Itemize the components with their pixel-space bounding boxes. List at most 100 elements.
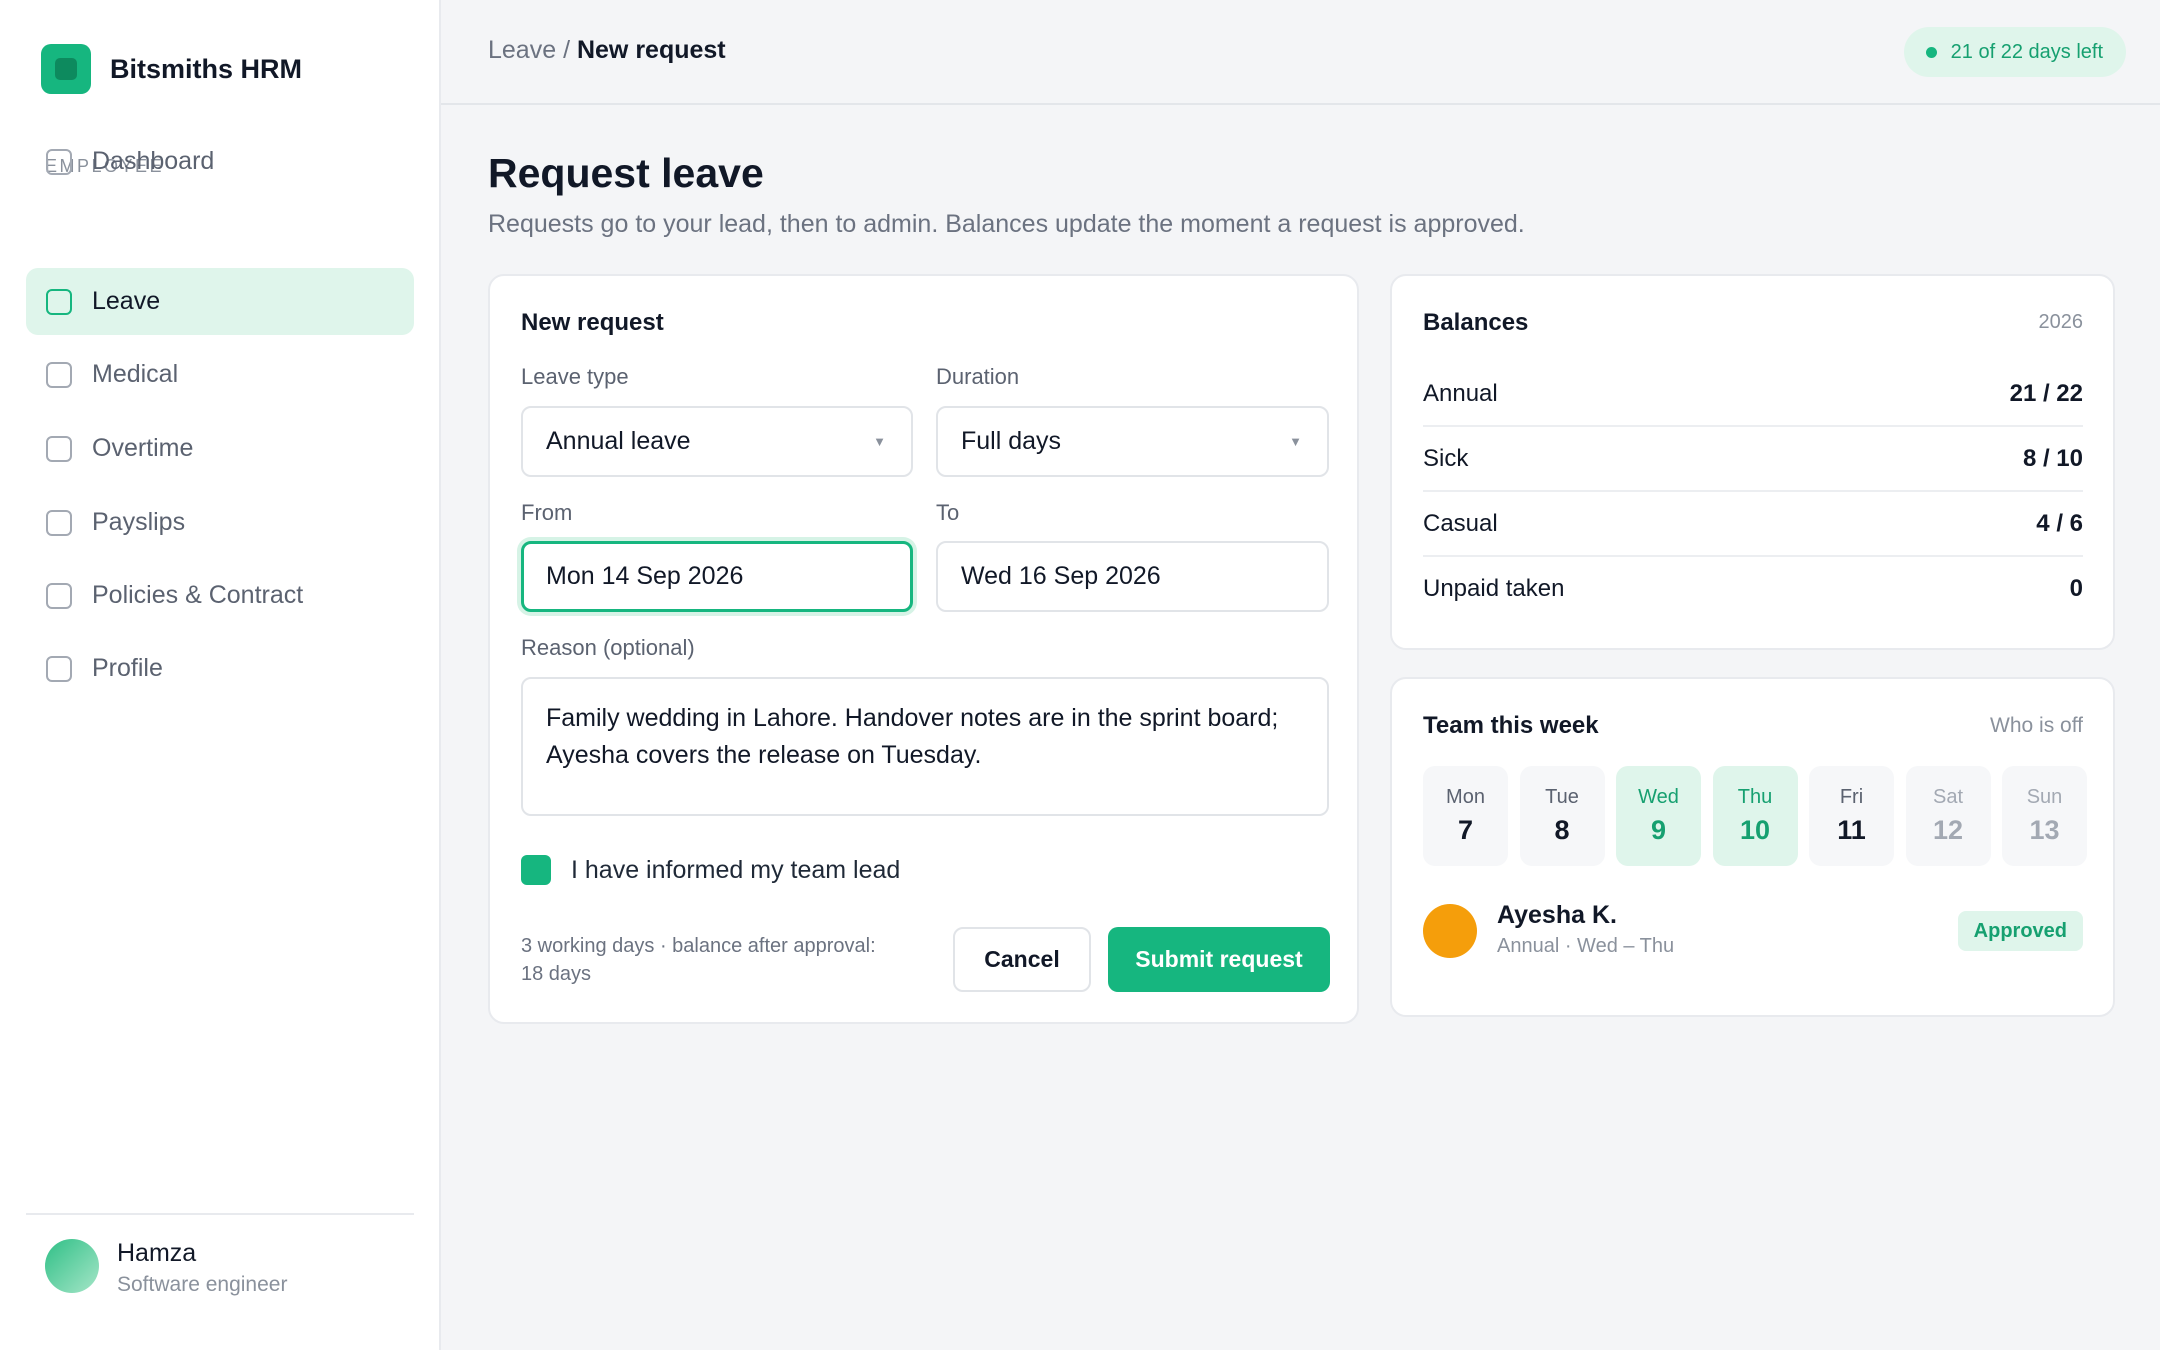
balance-label: Unpaid taken [1423, 574, 1565, 602]
sidebar-item-leave[interactable]: Leave [26, 268, 414, 335]
page-subtitle: Requests go to your lead, then to admin.… [488, 210, 1525, 238]
chevron-down-icon: ▼ [873, 434, 886, 449]
status-dot-icon [1925, 46, 1937, 58]
checkbox-icon [46, 582, 72, 609]
checkbox-icon [46, 361, 72, 388]
sidebar-item-dashboard[interactable]: Dashboard [26, 128, 414, 195]
sidebar-item-payslips[interactable]: Payslips [26, 489, 414, 556]
balances-card: Balances 2026 Annual 21 / 22 Sick 8 / 10… [1390, 274, 2115, 650]
day-date: 12 [1932, 815, 1964, 845]
leave-type-value: Annual leave [546, 427, 691, 455]
from-label: From [521, 500, 573, 525]
day-date: 8 [1554, 815, 1570, 845]
to-date-field[interactable]: Wed 16 Sep 2026 [936, 541, 1329, 612]
breadcrumb: Leave / New request [488, 36, 726, 65]
user-profile[interactable]: Hamza Software engineer [26, 1213, 414, 1350]
informed-lead-label: I have informed my team lead [571, 855, 901, 884]
informed-lead-checkbox-row[interactable]: I have informed my team lead [521, 855, 900, 885]
balance-row-unpaid: Unpaid taken 0 [1423, 556, 2083, 621]
balance-value: 0 [2069, 574, 2083, 602]
breadcrumb-parent[interactable]: Leave [488, 36, 556, 64]
team-title: Team this week [1423, 712, 1599, 739]
to-label: To [936, 500, 960, 525]
balance-label: Sick [1423, 444, 1469, 472]
balance-value: 21 / 22 [2009, 379, 2083, 407]
day-name: Sun [2026, 786, 2063, 808]
duration-value: Full days [961, 427, 1062, 455]
user-role: Software engineer [117, 1273, 288, 1296]
cancel-button[interactable]: Cancel [953, 927, 1091, 992]
topbar: Leave / New request 21 of 22 days left [441, 0, 2160, 105]
duration-select[interactable]: Full days ▼ [936, 406, 1329, 477]
sidebar-item-profile[interactable]: Profile [26, 635, 414, 702]
balance-value: 4 / 6 [2036, 509, 2083, 537]
sidebar-item-label: Policies & Contract [92, 581, 304, 609]
avatar [45, 1239, 99, 1293]
sidebar-item-label: Payslips [92, 508, 186, 536]
balances-year: 2026 [2038, 311, 2084, 333]
day-date: 13 [2029, 815, 2060, 845]
checkbox-icon [46, 288, 72, 315]
day-sat[interactable]: Sat 12 [1905, 766, 1991, 866]
team-week-card: Team this week Who is off Mon 7 Tue 8 We… [1390, 677, 2115, 1017]
team-member-name: Ayesha K. [1497, 901, 1617, 929]
team-member-detail: Annual · Wed – Thu [1497, 935, 1675, 957]
day-name: Thu [1737, 786, 1773, 808]
avatar [1423, 904, 1477, 958]
day-date: 7 [1457, 815, 1474, 845]
brand-logo-icon [41, 44, 91, 94]
day-name: Wed [1638, 786, 1679, 808]
day-fri[interactable]: Fri 11 [1809, 766, 1894, 866]
reason-label: Reason (optional) [521, 635, 695, 660]
from-date-field[interactable]: Mon 14 Sep 2026 [521, 541, 913, 612]
balances-title: Balances [1423, 309, 1529, 336]
day-name: Tue [1545, 786, 1579, 808]
sidebar-item-medical[interactable]: Medical [26, 341, 414, 408]
balance-label: Annual [1423, 379, 1498, 407]
day-date: 10 [1739, 815, 1771, 845]
breadcrumb-current: New request [576, 36, 726, 64]
sidebar-item-label: Dashboard [92, 147, 215, 175]
days-left-badge: 21 of 22 days left [1903, 27, 2126, 77]
balance-row-casual: Casual 4 / 6 [1423, 492, 2083, 557]
day-mon[interactable]: Mon 7 [1423, 766, 1508, 866]
new-request-card: New request Leave type Annual leave ▼ Du… [488, 274, 1359, 1024]
brand[interactable]: Bitsmiths HRM [41, 44, 302, 94]
to-date-value: Wed 16 Sep 2026 [961, 562, 1161, 590]
summary-line-2: 18 days [521, 963, 592, 985]
submit-request-button[interactable]: Submit request [1108, 927, 1330, 992]
day-wed[interactable]: Wed 9 [1616, 766, 1701, 866]
request-summary: 3 working days · balance after approval:… [521, 932, 876, 988]
checkbox-checked-icon[interactable] [521, 855, 551, 885]
sidebar-item-label: Medical [92, 360, 179, 388]
from-date-value: Mon 14 Sep 2026 [546, 562, 744, 590]
breadcrumb-separator: / [556, 36, 577, 64]
chevron-down-icon: ▼ [1289, 434, 1302, 449]
leave-type-label: Leave type [521, 364, 629, 389]
day-name: Fri [1839, 786, 1864, 808]
user-name: Hamza [117, 1239, 197, 1267]
checkbox-icon [46, 148, 72, 175]
page-title: Request leave [488, 150, 764, 196]
balance-row-sick: Sick 8 / 10 [1423, 427, 2083, 492]
checkbox-icon [46, 435, 72, 462]
sidebar-item-policies-contract[interactable]: Policies & Contract [26, 562, 414, 629]
brand-name: Bitsmiths HRM [110, 53, 303, 84]
day-thu[interactable]: Thu 10 [1712, 766, 1798, 866]
day-tue[interactable]: Tue 8 [1519, 766, 1605, 866]
card-title: New request [521, 309, 664, 336]
days-left-text: 21 of 22 days left [1950, 40, 2103, 63]
day-date: 9 [1650, 815, 1667, 845]
sidebar-item-label: Overtime [92, 434, 194, 462]
day-name: Mon [1446, 786, 1485, 808]
balance-row-annual: Annual 21 / 22 [1423, 362, 2083, 427]
checkbox-icon [46, 655, 72, 682]
sidebar-item-label: Profile [92, 654, 163, 682]
balance-label: Casual [1423, 509, 1498, 537]
reason-textarea[interactable]: Family wedding in Lahore. Handover notes… [521, 677, 1329, 816]
leave-type-select[interactable]: Annual leave ▼ [521, 406, 913, 477]
day-name: Sat [1932, 786, 1964, 808]
day-sun[interactable]: Sun 13 [2002, 766, 2087, 866]
who-is-off-hint: Who is off [1990, 714, 2083, 737]
sidebar-item-overtime[interactable]: Overtime [26, 415, 414, 482]
